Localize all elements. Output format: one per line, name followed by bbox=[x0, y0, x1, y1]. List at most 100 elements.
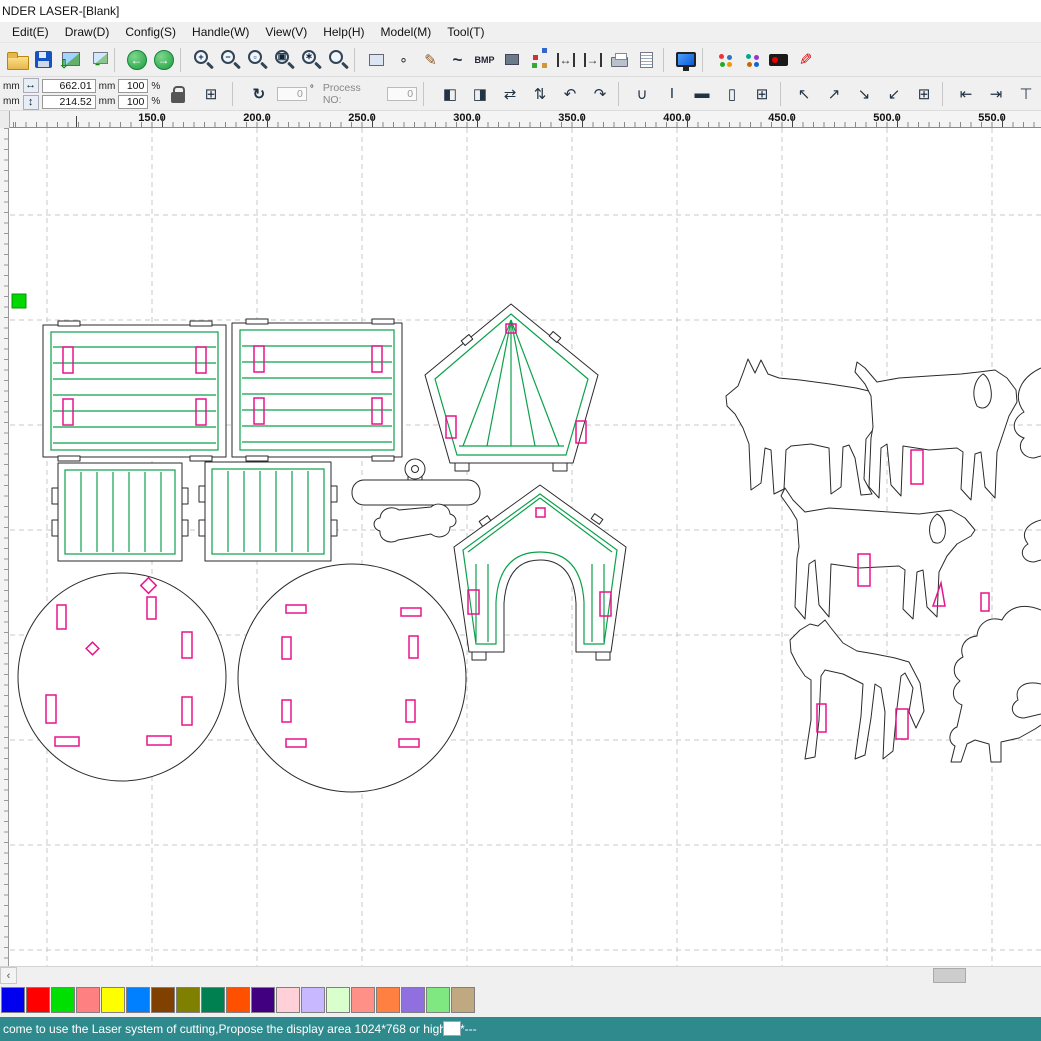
palette-color-11[interactable] bbox=[276, 987, 300, 1013]
measure-extent-icon[interactable]: → bbox=[579, 47, 606, 73]
color-dots-icon[interactable] bbox=[711, 47, 738, 73]
lock-ratio-button[interactable] bbox=[163, 81, 193, 107]
scrollbar-thumb[interactable] bbox=[933, 968, 966, 983]
scale-y-input[interactable]: 100 bbox=[118, 95, 148, 109]
select-tool-icon[interactable] bbox=[363, 47, 390, 73]
dog-silhouette-greyhound[interactable] bbox=[790, 620, 924, 759]
palette-color-14[interactable] bbox=[351, 987, 375, 1013]
palette-color-15[interactable] bbox=[376, 987, 400, 1013]
dog-house-side-panel-b[interactable] bbox=[232, 319, 402, 461]
palette-color-0[interactable] bbox=[1, 987, 25, 1013]
palette-color-12[interactable] bbox=[301, 987, 325, 1013]
dog-house-slat-panel-a[interactable] bbox=[52, 463, 188, 561]
menu-helph[interactable]: Help(H) bbox=[315, 23, 372, 41]
monitor-icon[interactable] bbox=[672, 47, 699, 73]
weld-icon[interactable]: ∪ bbox=[627, 81, 657, 107]
rotate-right-icon[interactable]: ↷ bbox=[585, 81, 615, 107]
dog-silhouette-hound[interactable] bbox=[855, 362, 1017, 500]
palette-color-16[interactable] bbox=[401, 987, 425, 1013]
measure-width-icon[interactable]: ↔ bbox=[552, 47, 579, 73]
palette-color-9[interactable] bbox=[226, 987, 250, 1013]
process-no-input[interactable]: 0 bbox=[387, 87, 417, 101]
zoom-select-icon[interactable]: ∗ bbox=[297, 47, 324, 73]
pen-tool-icon[interactable]: ✎ bbox=[417, 47, 444, 73]
scroll-left-button[interactable]: ‹ bbox=[0, 967, 17, 984]
zoom-in-icon[interactable]: + bbox=[189, 47, 216, 73]
curve-tool-icon[interactable]: ~ bbox=[444, 47, 471, 73]
node-array-icon[interactable] bbox=[525, 47, 552, 73]
zoom-all-icon[interactable]: ▣ bbox=[270, 47, 297, 73]
dog-house-side-panel-a[interactable] bbox=[43, 321, 226, 461]
align-top-icon[interactable]: ⊤ bbox=[1011, 81, 1041, 107]
align-right-icon[interactable]: ⇥ bbox=[981, 81, 1011, 107]
print-icon[interactable] bbox=[606, 47, 633, 73]
vertical-ruler[interactable] bbox=[0, 128, 9, 966]
undo-icon[interactable]: ← bbox=[123, 47, 150, 73]
drawing-canvas[interactable] bbox=[0, 128, 1041, 966]
menu-viewv[interactable]: View(V) bbox=[257, 23, 315, 41]
palette-color-3[interactable] bbox=[76, 987, 100, 1013]
green-marker-square[interactable] bbox=[12, 294, 26, 308]
import-bitmap-icon[interactable]: ⇩ bbox=[57, 47, 84, 73]
palette-color-2[interactable] bbox=[51, 987, 75, 1013]
menu-edite[interactable]: Edit(E) bbox=[4, 23, 57, 41]
palette-color-18[interactable] bbox=[451, 987, 475, 1013]
origin-bottom-right-icon[interactable]: ↘ bbox=[849, 81, 879, 107]
origin-center-icon[interactable]: ⊞ bbox=[909, 81, 939, 107]
export-bitmap-icon[interactable]: ⇧ bbox=[84, 47, 111, 73]
bar-icon[interactable]: ▬ bbox=[687, 81, 717, 107]
zoom-out-icon[interactable]: − bbox=[216, 47, 243, 73]
menu-modelm[interactable]: Model(M) bbox=[373, 23, 440, 41]
base-circle-b[interactable] bbox=[238, 564, 466, 792]
menu-handlew[interactable]: Handle(W) bbox=[184, 23, 257, 41]
palette-color-7[interactable] bbox=[176, 987, 200, 1013]
dog-silhouette-poodle-partial[interactable] bbox=[950, 593, 1041, 762]
palette-color-6[interactable] bbox=[151, 987, 175, 1013]
palette-color-8[interactable] bbox=[201, 987, 225, 1013]
origin-bottom-left-icon[interactable]: ↙ bbox=[879, 81, 909, 107]
flip-vertical-icon[interactable]: ⇅ bbox=[525, 81, 555, 107]
fill-rect-icon[interactable] bbox=[498, 47, 525, 73]
center-beam-icon[interactable]: I bbox=[657, 81, 687, 107]
open-icon[interactable] bbox=[3, 47, 30, 73]
palette-color-1[interactable] bbox=[26, 987, 50, 1013]
palette-color-13[interactable] bbox=[326, 987, 350, 1013]
zoom-page-icon[interactable]: ▫ bbox=[243, 47, 270, 73]
height-input[interactable]: 214.52 bbox=[42, 95, 96, 109]
redo-icon[interactable]: → bbox=[150, 47, 177, 73]
bmp-icon[interactable]: BMP bbox=[471, 47, 498, 73]
menu-drawd[interactable]: Draw(D) bbox=[57, 23, 118, 41]
cylinder-icon[interactable]: ▯ bbox=[717, 81, 747, 107]
origin-top-right-icon[interactable]: ↗ bbox=[819, 81, 849, 107]
output-doc-icon[interactable] bbox=[633, 47, 660, 73]
rotate-left-icon[interactable]: ↶ bbox=[555, 81, 585, 107]
node-edit-icon[interactable]: ∘ bbox=[390, 47, 417, 73]
mirror-flag-a-icon[interactable]: ◧ bbox=[435, 81, 465, 107]
dog-house-slat-panel-b[interactable] bbox=[199, 462, 337, 561]
palette-color-5[interactable] bbox=[126, 987, 150, 1013]
table-icon[interactable]: ⊞ bbox=[747, 81, 777, 107]
dog-silhouette-labrador[interactable] bbox=[781, 488, 975, 619]
mirror-flag-b-icon[interactable]: ◨ bbox=[465, 81, 495, 107]
origin-top-left-icon[interactable]: ↖ bbox=[789, 81, 819, 107]
menu-configs[interactable]: Config(S) bbox=[117, 23, 184, 41]
zoom-drag-icon[interactable] bbox=[324, 47, 351, 73]
color-dots-b-icon[interactable] bbox=[738, 47, 765, 73]
rotate-angle-input[interactable]: 0 bbox=[277, 87, 307, 101]
horizontal-ruler[interactable]: 150.0200.0250.0300.0350.0400.0450.0500.0… bbox=[0, 111, 1041, 128]
save-icon[interactable] bbox=[30, 47, 57, 73]
dog-house-gable-door[interactable] bbox=[454, 485, 626, 660]
laser-pointer-icon[interactable]: ✎ bbox=[792, 47, 819, 73]
menu-toolt[interactable]: Tool(T) bbox=[439, 23, 492, 41]
horizontal-scrollbar[interactable]: ‹ bbox=[0, 966, 1041, 983]
palette-color-4[interactable] bbox=[101, 987, 125, 1013]
camera-icon[interactable] bbox=[765, 47, 792, 73]
base-circle-a[interactable] bbox=[18, 573, 226, 781]
dog-bone[interactable] bbox=[374, 504, 456, 542]
palette-color-10[interactable] bbox=[251, 987, 275, 1013]
scale-x-input[interactable]: 100 bbox=[118, 79, 148, 93]
palette-color-17[interactable] bbox=[426, 987, 450, 1013]
rotate-button[interactable]: ↻ bbox=[244, 81, 274, 107]
flip-horizontal-icon[interactable]: ⇄ bbox=[495, 81, 525, 107]
align-left-icon[interactable]: ⇤ bbox=[951, 81, 981, 107]
